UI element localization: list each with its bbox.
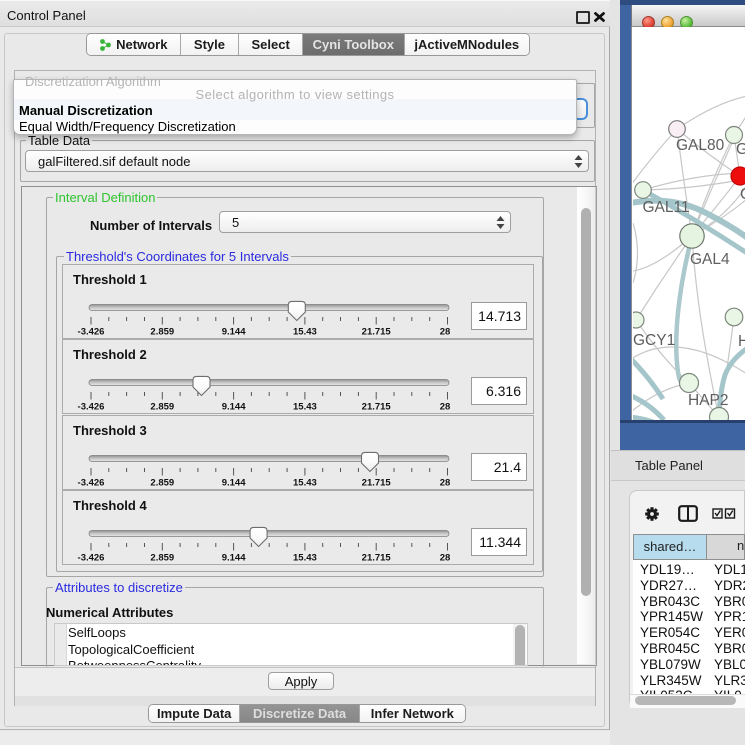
svg-text:28: 28 <box>440 327 451 338</box>
svg-text:28: 28 <box>440 478 451 489</box>
svg-text:15.43: 15.43 <box>293 402 317 413</box>
svg-text:-3.426: -3.426 <box>78 478 105 489</box>
svg-text:9.144: 9.144 <box>222 327 246 338</box>
svg-text:28: 28 <box>440 402 451 413</box>
svg-text:C: C <box>740 186 745 203</box>
svg-text:9.144: 9.144 <box>222 478 246 489</box>
svg-text:-3.426: -3.426 <box>78 553 105 564</box>
svg-text:2.859: 2.859 <box>150 553 174 564</box>
svg-text:H: H <box>738 333 745 350</box>
svg-text:GCY1: GCY1 <box>633 332 675 349</box>
svg-text:21.715: 21.715 <box>362 478 392 489</box>
svg-text:GAL4: GAL4 <box>690 251 730 268</box>
svg-text:21.715: 21.715 <box>362 402 392 413</box>
svg-text:2.859: 2.859 <box>150 478 174 489</box>
svg-text:GAL: GAL <box>736 141 745 158</box>
svg-text:15.43: 15.43 <box>293 327 317 338</box>
svg-text:9.144: 9.144 <box>222 553 246 564</box>
svg-text:HAP2: HAP2 <box>688 392 729 409</box>
svg-text:21.715: 21.715 <box>362 327 392 338</box>
svg-text:-3.426: -3.426 <box>78 327 105 338</box>
svg-text:15.43: 15.43 <box>293 478 317 489</box>
svg-text:2.859: 2.859 <box>150 327 174 338</box>
svg-text:2.859: 2.859 <box>150 402 174 413</box>
svg-text:9.144: 9.144 <box>222 402 246 413</box>
svg-text:GAL80: GAL80 <box>676 137 725 154</box>
svg-text:GAL11: GAL11 <box>643 199 690 216</box>
svg-text:21.715: 21.715 <box>362 553 392 564</box>
svg-text:-3.426: -3.426 <box>78 402 105 413</box>
svg-text:15.43: 15.43 <box>293 553 317 564</box>
svg-text:28: 28 <box>440 553 451 564</box>
